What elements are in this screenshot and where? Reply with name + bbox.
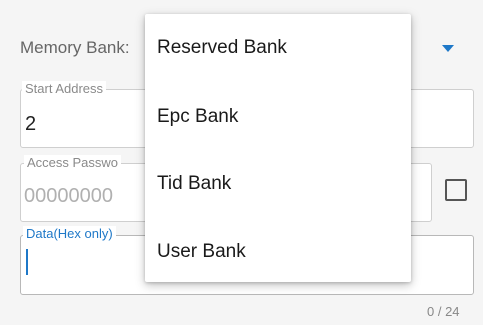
show-password-checkbox[interactable]: [445, 179, 467, 201]
start-address-legend: Start Address: [22, 81, 107, 96]
menu-item-epc-bank[interactable]: Epc Bank: [157, 106, 238, 128]
text-cursor: [26, 249, 28, 275]
menu-item-reserved-bank[interactable]: Reserved Bank: [157, 37, 287, 59]
dropdown-arrow-icon[interactable]: [442, 45, 454, 52]
data-hex-legend: Data(Hex only): [23, 226, 116, 241]
memory-bank-label: Memory Bank:: [20, 38, 130, 57]
menu-item-tid-bank[interactable]: Tid Bank: [157, 173, 231, 195]
menu-item-user-bank[interactable]: User Bank: [157, 241, 246, 263]
memory-bank-dropdown-menu: Reserved Bank Epc Bank Tid Bank User Ban…: [145, 14, 411, 282]
access-password-value[interactable]: 00000000: [24, 185, 113, 208]
access-password-legend: Access Passwo: [24, 155, 122, 170]
character-counter: 0 / 24: [427, 304, 460, 319]
start-address-value[interactable]: 2: [25, 113, 36, 136]
